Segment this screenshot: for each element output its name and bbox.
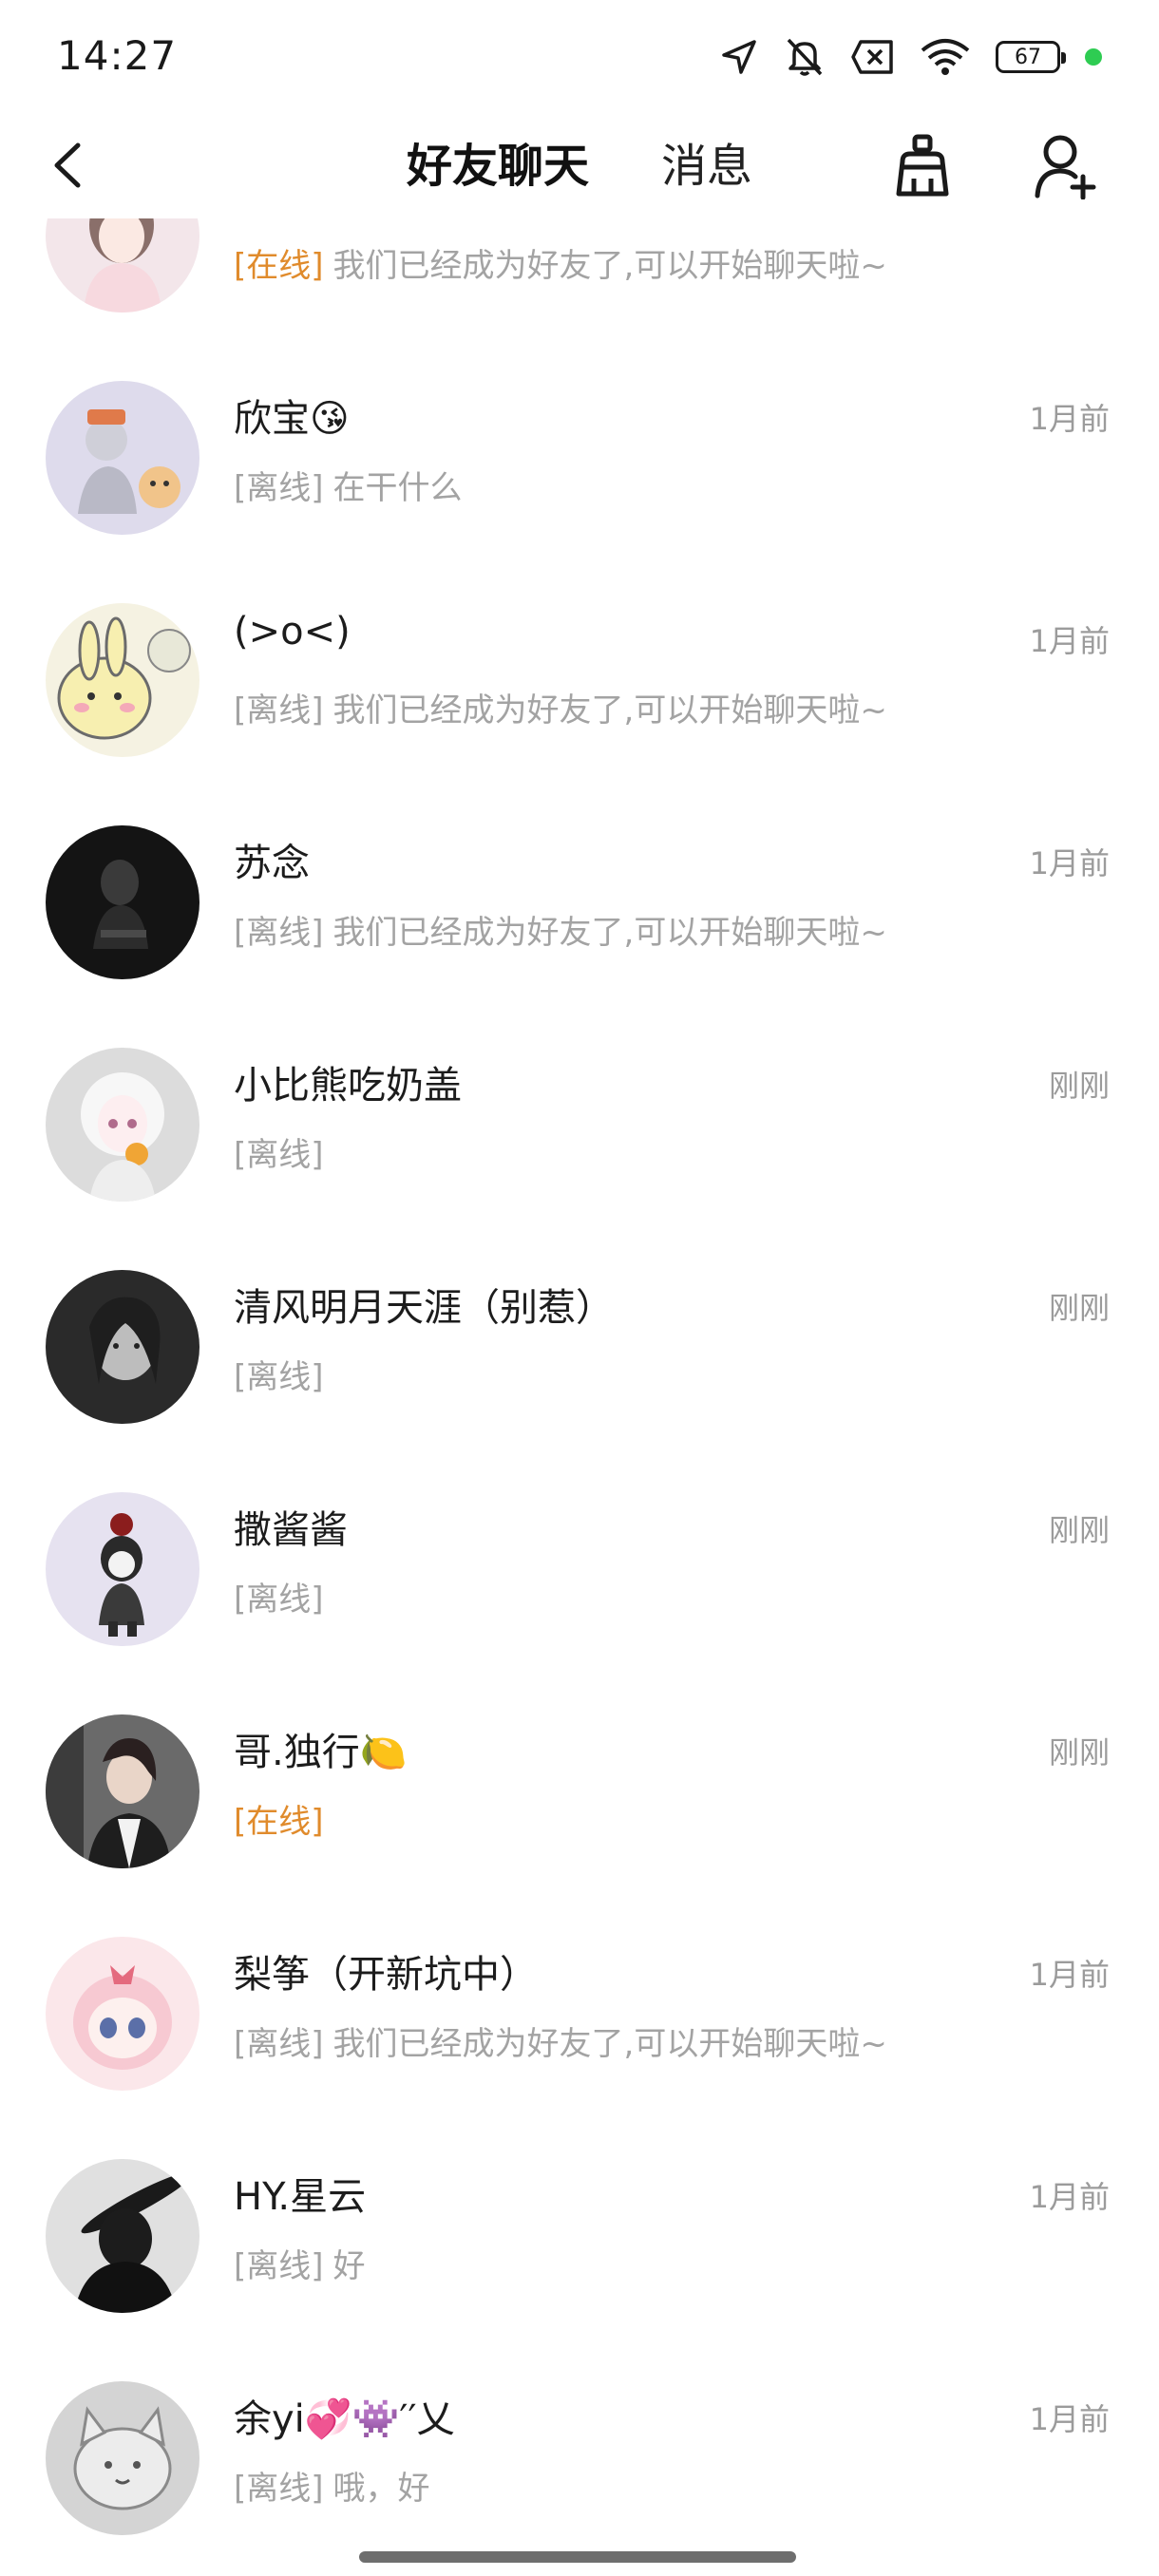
chat-preview: [离线] 在干什么 <box>234 462 463 508</box>
chat-time: 1月前 <box>1029 401 1110 437</box>
preview-text: 我们已经成为好友了,可以开始聊天啦~ <box>332 2025 887 2063</box>
wifi-icon <box>920 38 971 76</box>
avatar[interactable] <box>46 1714 200 1868</box>
chat-preview: [离线] <box>234 1351 324 1397</box>
avatar[interactable] <box>46 2159 200 2313</box>
status-label: [离线] <box>234 1358 324 1396</box>
chat-preview: [离线] 好 <box>234 2240 366 2286</box>
chat-name: 余yi💞👾′′乂 <box>234 2397 455 2441</box>
bell-muted-icon <box>783 36 826 78</box>
chat-time: 1月前 <box>1029 2179 1110 2215</box>
status-time: 14:27 <box>57 32 178 79</box>
chat-time: 1月前 <box>1029 845 1110 881</box>
clean-button[interactable] <box>889 133 956 199</box>
chat-time: 1月前 <box>1029 2401 1110 2437</box>
header: 好友聊天 消息 <box>0 114 1159 218</box>
chat-name: 哥.独行🍋 <box>234 1731 408 1774</box>
add-user-icon <box>1035 135 1096 200</box>
avatar[interactable] <box>46 2381 200 2535</box>
status-icons: 67 <box>720 32 1102 82</box>
chat-name: 欣宝😘 <box>234 397 350 441</box>
status-label: [离线] <box>234 1136 324 1174</box>
chat-preview: [离线] 我们已经成为好友了,可以开始聊天啦~ <box>234 2017 887 2064</box>
status-bar: 14:27 67 <box>0 0 1159 114</box>
chevron-left-icon <box>54 142 81 188</box>
preview-text: 好 <box>332 2247 366 2285</box>
chat-list[interactable]: [在线] 我们已经成为好友了,可以开始聊天啦~ 欣宝😘 1月前 [离线] 在干什么 … <box>0 218 1159 2576</box>
preview-text: 哦，好 <box>332 2470 430 2508</box>
chat-preview: [离线] 我们已经成为好友了,可以开始聊天啦~ <box>234 906 887 953</box>
avatar[interactable] <box>46 1937 200 2091</box>
chat-name: 梨筝（开新坑中） <box>234 1953 538 1997</box>
status-label: [离线] <box>234 2247 324 2285</box>
battery-level: 67 <box>1015 45 1041 69</box>
location-arrow-icon <box>720 38 758 76</box>
chat-time: 1月前 <box>1029 623 1110 659</box>
avatar[interactable] <box>46 218 200 313</box>
status-label: [离线] <box>234 1581 324 1619</box>
chat-time: 1月前 <box>1029 1957 1110 1993</box>
preview-text: 我们已经成为好友了,可以开始聊天啦~ <box>332 247 887 285</box>
chat-row[interactable]: 欣宝😘 1月前 [离线] 在干什么 <box>0 346 1159 568</box>
chat-row[interactable]: [在线] 我们已经成为好友了,可以开始聊天啦~ <box>0 218 1159 346</box>
chat-row[interactable]: (>o<) 1月前 [离线] 我们已经成为好友了,可以开始聊天啦~ <box>0 568 1159 790</box>
broom-icon <box>896 134 949 197</box>
chat-time: 刚刚 <box>1048 1512 1110 1548</box>
chat-row[interactable]: 梨筝（开新坑中） 1月前 [离线] 我们已经成为好友了,可以开始聊天啦~ <box>0 1902 1159 2124</box>
avatar[interactable] <box>46 603 200 757</box>
green-dot-icon <box>1085 48 1102 66</box>
tab-friend-chat[interactable]: 好友聊天 <box>407 135 589 198</box>
chat-preview: [离线] <box>234 1128 324 1175</box>
status-label: [在线] <box>234 1803 324 1841</box>
avatar[interactable] <box>46 1492 200 1646</box>
add-friend-button[interactable] <box>1034 133 1100 200</box>
preview-text: 我们已经成为好友了,可以开始聊天啦~ <box>332 691 887 729</box>
chat-preview: [离线] <box>234 1573 324 1619</box>
chat-row[interactable]: 余yi💞👾′′乂 1月前 [离线] 哦，好 <box>0 2346 1159 2568</box>
chat-name: 撒酱酱 <box>234 1508 348 1552</box>
battery-icon: 67 <box>996 41 1066 73</box>
tab-messages[interactable]: 消息 <box>661 135 752 198</box>
chat-time: 刚刚 <box>1048 1068 1110 1104</box>
close-box-icon <box>851 39 895 75</box>
preview-text: 在干什么 <box>332 469 463 507</box>
status-label: [离线] <box>234 914 324 952</box>
chat-row[interactable]: 哥.独行🍋 刚刚 [在线] <box>0 1679 1159 1902</box>
chat-name: (>o<) <box>234 610 351 653</box>
chat-row[interactable]: HY.星云 1月前 [离线] 好 <box>0 2124 1159 2346</box>
chat-preview: [离线] 我们已经成为好友了,可以开始聊天啦~ <box>234 684 887 730</box>
chat-time: 刚刚 <box>1048 1734 1110 1771</box>
status-label: [离线] <box>234 469 324 507</box>
avatar[interactable] <box>46 1270 200 1424</box>
chat-time: 刚刚 <box>1048 1290 1110 1326</box>
chat-row[interactable]: 小比熊吃奶盖 刚刚 [离线] <box>0 1013 1159 1235</box>
status-label: [离线] <box>234 2470 324 2508</box>
back-button[interactable] <box>40 137 97 194</box>
chat-row[interactable]: 苏念 1月前 [离线] 我们已经成为好友了,可以开始聊天啦~ <box>0 790 1159 1013</box>
chat-preview: [在线] 我们已经成为好友了,可以开始聊天啦~ <box>234 239 887 286</box>
status-label: [离线] <box>234 691 324 729</box>
chat-name: 小比熊吃奶盖 <box>234 1064 462 1108</box>
avatar[interactable] <box>46 381 200 535</box>
chat-name: HY.星云 <box>234 2175 367 2219</box>
preview-text: 我们已经成为好友了,可以开始聊天啦~ <box>332 914 887 952</box>
avatar[interactable] <box>46 825 200 979</box>
chat-preview: [离线] 哦，好 <box>234 2462 430 2509</box>
chat-name: 清风明月天涯（别惹） <box>234 1286 614 1330</box>
home-indicator[interactable] <box>359 2551 796 2563</box>
status-label: [离线] <box>234 2025 324 2063</box>
chat-preview: [在线] <box>234 1795 324 1842</box>
status-label: [在线] <box>234 247 324 285</box>
chat-name: 苏念 <box>234 842 310 885</box>
chat-row[interactable]: 清风明月天涯（别惹） 刚刚 [离线] <box>0 1235 1159 1457</box>
avatar[interactable] <box>46 1048 200 1202</box>
chat-row[interactable]: 撒酱酱 刚刚 [离线] <box>0 1457 1159 1679</box>
